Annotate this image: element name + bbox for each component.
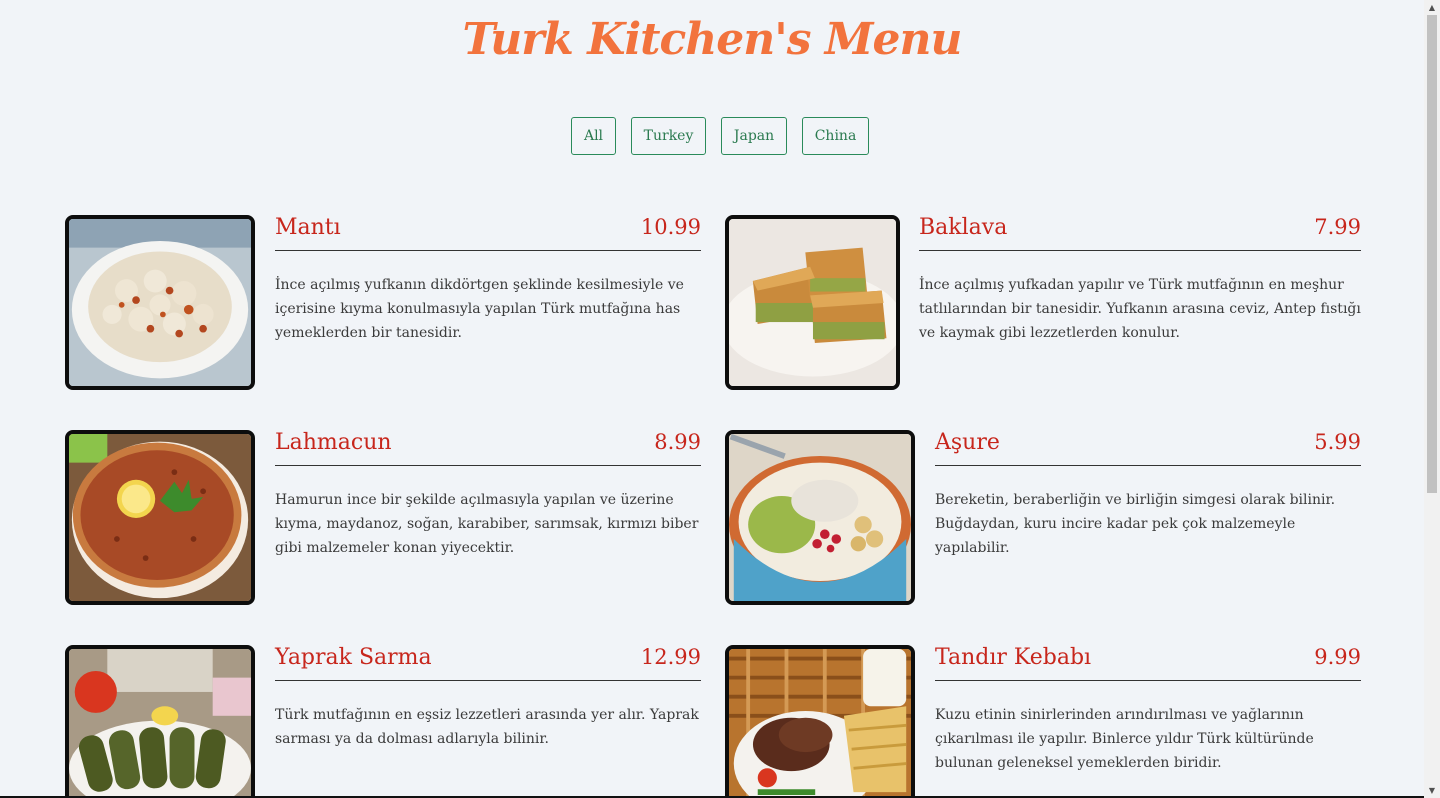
vertical-scrollbar[interactable]: ▲ ▼ [1424,0,1440,798]
page-title: Turk Kitchen's Menu [462,14,963,65]
filter-all-button[interactable]: All [571,117,616,155]
item-name: Tandır Kebabı [935,645,1092,670]
filter-bar: All Turkey Japan China [571,117,869,155]
item-name: Lahmacun [275,430,392,455]
tandir-kebabi-image [725,645,915,798]
item-description: Bereketin, beraberliğin ve birliğin simg… [935,492,1336,556]
menu-item-baklava: Baklava 7.99 İnce açılmış yufkadan yapıl… [725,215,1361,390]
item-price: 12.99 [640,645,701,669]
item-description: Hamurun ince bir şekilde açılmasıyla yap… [275,492,699,556]
filter-japan-button[interactable]: Japan [721,117,787,155]
manti-info: Mantı 10.99 İnce açılmış yufkanın dikdör… [275,215,701,345]
lahmacun-info: Lahmacun 8.99 Hamurun ince bir şekilde a… [275,430,701,560]
item-name: Mantı [275,215,341,240]
item-price: 10.99 [640,215,701,239]
item-header: Mantı 10.99 [275,215,701,251]
item-header: Yaprak Sarma 12.99 [275,645,701,681]
item-header: Baklava 7.99 [919,215,1361,251]
item-header: Tandır Kebabı 9.99 [935,645,1361,681]
item-price: 9.99 [1314,645,1361,669]
menu-item-lahmacun: Lahmacun 8.99 Hamurun ince bir şekilde a… [65,430,701,605]
item-name: Baklava [919,215,1008,240]
yaprak-sarma-image [65,645,255,798]
baklava-image [725,215,900,390]
filter-turkey-button[interactable]: Turkey [631,117,706,155]
tandir-kebabi-info: Tandır Kebabı 9.99 Kuzu etinin sinirleri… [935,645,1361,775]
item-price: 7.99 [1314,215,1361,239]
item-description: Türk mutfağının en eşsiz lezzetleri aras… [275,707,699,747]
menu-item-asure: Aşure 5.99 Bereketin, beraberliğin ve bi… [725,430,1361,605]
asure-image [725,430,915,605]
menu-item-manti: Mantı 10.99 İnce açılmış yufkanın dikdör… [65,215,701,390]
item-description: İnce açılmış yufkanın dikdörtgen şeklind… [275,277,684,341]
filter-china-button[interactable]: China [802,117,869,155]
menu-item-tandir-kebabi: Tandır Kebabı 9.99 Kuzu etinin sinirleri… [725,645,1361,798]
scroll-down-icon[interactable]: ▼ [1424,783,1440,798]
item-name: Yaprak Sarma [275,645,432,670]
item-header: Lahmacun 8.99 [275,430,701,466]
yaprak-sarma-info: Yaprak Sarma 12.99 Türk mutfağının en eş… [275,645,701,751]
scroll-thumb[interactable] [1427,15,1437,493]
item-price: 8.99 [654,430,701,454]
manti-image [65,215,255,390]
item-description: İnce açılmış yufkadan yapılır ve Türk mu… [919,277,1361,341]
baklava-info: Baklava 7.99 İnce açılmış yufkadan yapıl… [919,215,1361,345]
menu-item-yaprak-sarma: Yaprak Sarma 12.99 Türk mutfağının en eş… [65,645,701,798]
scroll-up-icon[interactable]: ▲ [1424,0,1440,15]
asure-info: Aşure 5.99 Bereketin, beraberliğin ve bi… [935,430,1361,560]
item-description: Kuzu etinin sinirlerinden arındırılması … [935,707,1314,771]
item-header: Aşure 5.99 [935,430,1361,466]
item-name: Aşure [935,430,1000,455]
menu-page: Turk Kitchen's Menu All Turkey Japan Chi… [0,0,1424,798]
lahmacun-image [65,430,255,605]
item-price: 5.99 [1314,430,1361,454]
